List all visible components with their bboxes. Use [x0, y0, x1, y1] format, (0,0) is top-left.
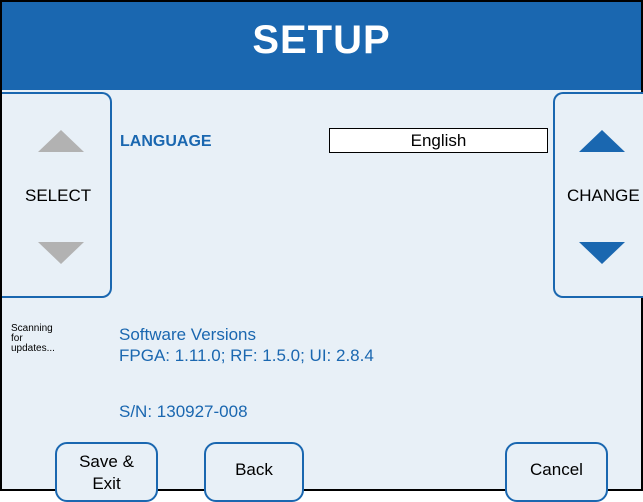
page-title: SETUP	[252, 18, 391, 62]
change-panel: CHANGE	[553, 92, 643, 298]
scan-status-line: updates...	[11, 343, 55, 354]
save-exit-label-line1: Save &	[79, 452, 134, 471]
scan-status: Scanning for updates...	[11, 324, 71, 354]
cancel-label: Cancel	[530, 460, 583, 479]
language-label: LANGUAGE	[120, 133, 212, 150]
back-label: Back	[235, 460, 273, 479]
language-value-field[interactable]: English	[329, 128, 548, 153]
software-versions-value: FPGA: 1.11.0; RF: 1.5.0; UI: 2.8.4	[119, 346, 374, 365]
setup-screen: SETUP SELECT CHANGE LANGUAGE English Sca…	[0, 0, 643, 502]
save-exit-label-line2: Exit	[92, 474, 121, 493]
change-label: CHANGE	[567, 186, 640, 205]
triangle-up-icon[interactable]	[579, 130, 625, 152]
select-label: SELECT	[25, 186, 92, 205]
serial-number: S/N: 130927-008	[119, 402, 248, 421]
header-bar: SETUP	[2, 2, 641, 90]
cancel-button[interactable]: Cancel	[505, 442, 608, 502]
back-button[interactable]: Back	[204, 442, 304, 502]
triangle-down-icon[interactable]	[579, 242, 625, 264]
select-panel: SELECT	[2, 92, 112, 298]
save-exit-button[interactable]: Save & Exit	[55, 442, 158, 502]
triangle-up-icon[interactable]	[38, 130, 84, 152]
triangle-down-icon[interactable]	[38, 242, 84, 264]
software-versions-heading: Software Versions	[119, 325, 257, 344]
